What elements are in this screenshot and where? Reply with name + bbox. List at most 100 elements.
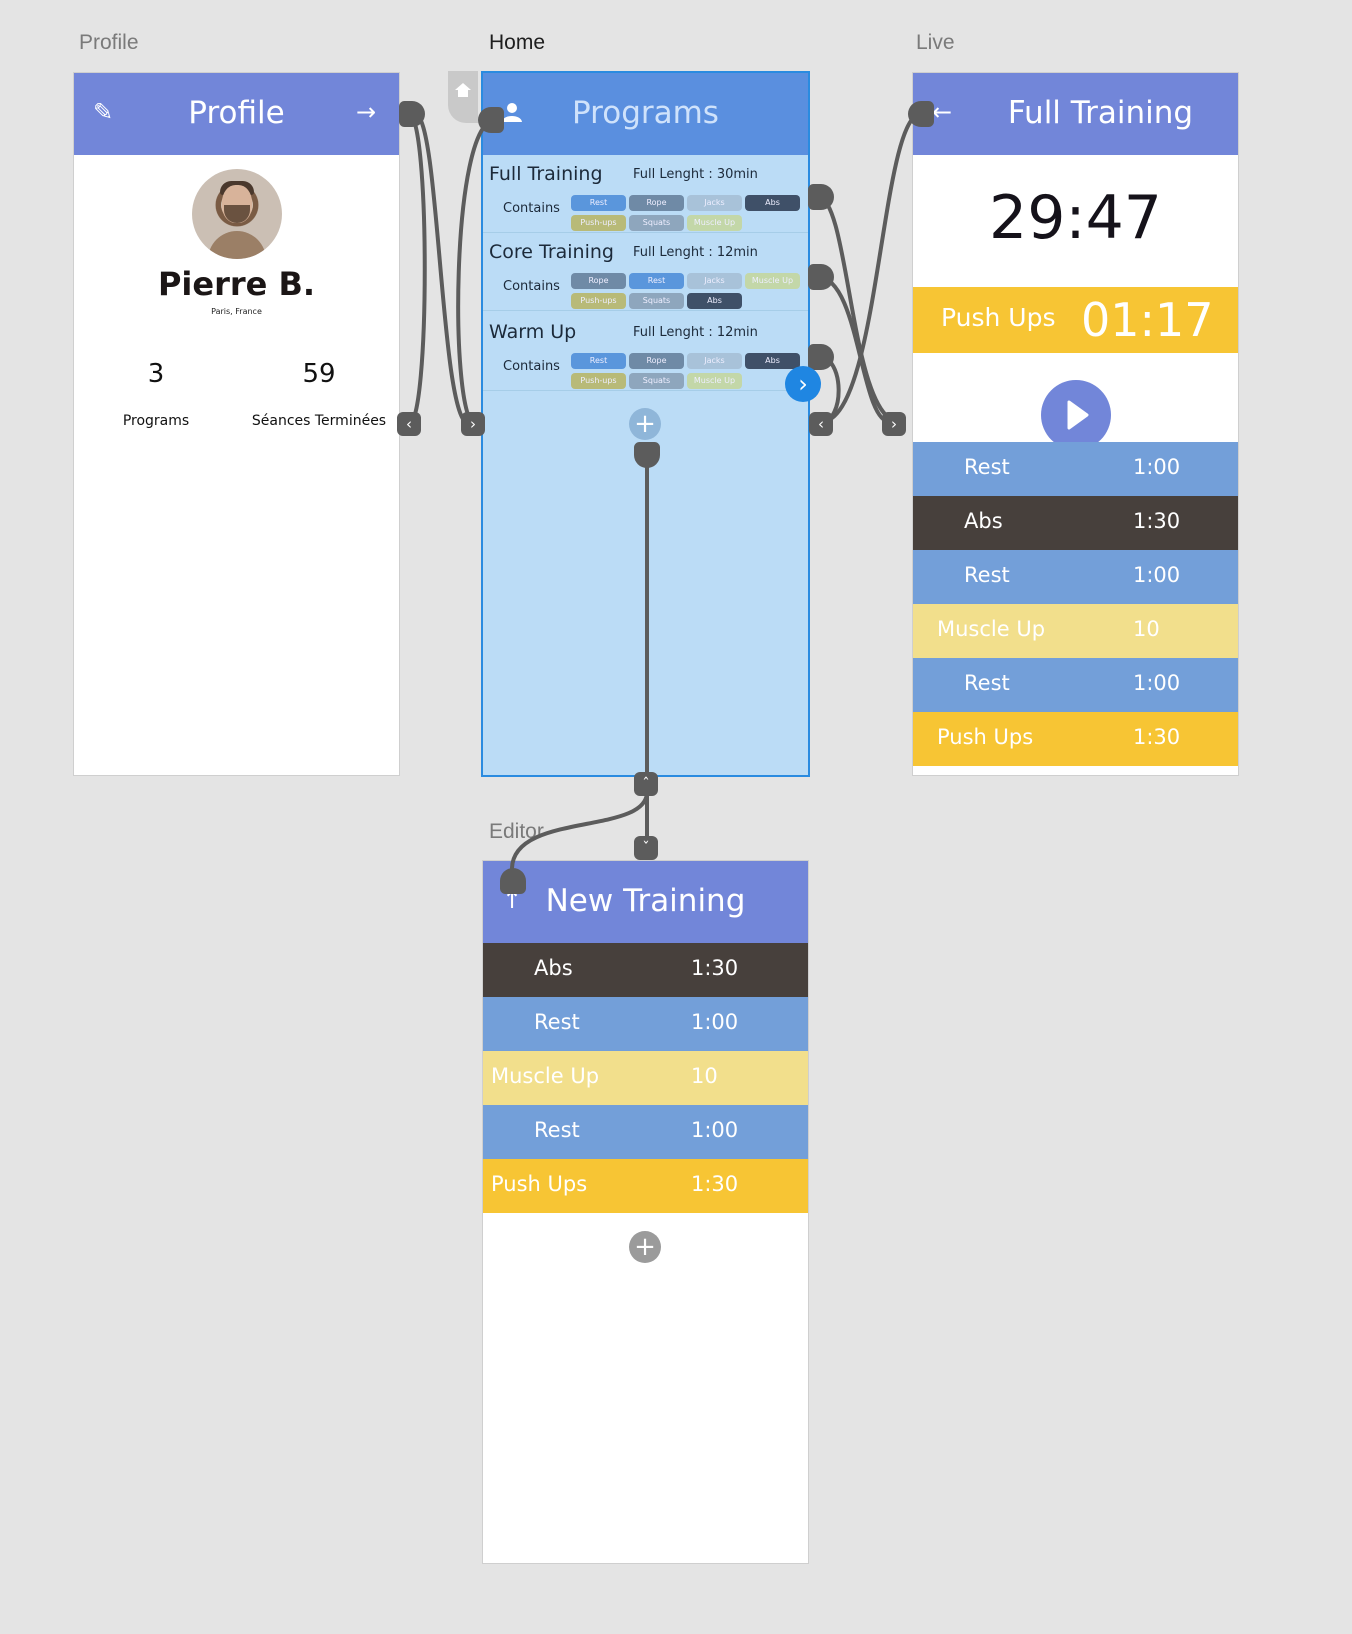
artboard-label-home[interactable]: Home [489,31,545,55]
program-title: Full Training [489,163,603,185]
exercise-row[interactable]: Rest 1:00 [913,550,1238,604]
stat-programs-label: Programs [122,413,190,429]
exercise-row[interactable]: Abs 1:30 [483,943,808,997]
editor-artboard: ↑ New Training Abs 1:30 Rest 1:00 Muscle Up 1… [483,861,808,1563]
exercise-row[interactable]: Abs 1:30 [913,496,1238,550]
exercise-name: Muscle Up [937,617,1046,641]
live-header: ← Full Training [913,73,1238,155]
page-title: New Training [545,883,746,919]
chevron-right-icon[interactable]: › [882,412,906,436]
chevron-left-icon[interactable]: ‹ [809,412,833,436]
exercise-value: 1:00 [1133,671,1181,695]
total-timer: 29:47 [989,183,1162,253]
exercise-value: 10 [691,1064,718,1088]
exercise-name: Rest [964,563,1010,587]
program-title: Core Training [489,241,614,263]
exercise-row[interactable]: Rest 1:00 [913,442,1238,496]
connector-handle[interactable] [808,264,834,290]
connector-handle[interactable] [399,101,425,127]
connector-handle[interactable] [808,344,834,370]
exercise-name: Rest [964,455,1010,479]
program-card[interactable]: Core Training Full Lenght : 12min Contai… [483,233,808,311]
exercise-row[interactable]: Rest 1:00 [483,1105,808,1159]
chevron-left-icon[interactable]: ‹ [397,412,421,436]
stat-sessions-label: Séances Terminées [251,413,387,429]
page-title: Full Training [1007,95,1194,131]
program-title: Warm Up [489,321,577,343]
artboard-label-live[interactable]: Live [916,31,955,55]
exercise-row[interactable]: Rest 1:00 [483,997,808,1051]
contains-label: Contains [503,279,560,294]
chevron-right-icon[interactable]: › [785,366,821,402]
tag-chip: Rest [571,353,626,369]
tag-chip: Jacks [687,353,742,369]
exercise-name: Abs [964,509,1003,533]
program-length: Full Lenght : 30min [633,167,758,182]
exercise-value: 1:30 [691,956,739,980]
live-artboard: ← Full Training 29:47 Push Ups 01:17 Res… [913,73,1238,775]
profile-artboard: ✎ Profile → Pierre B. Paris, France 3 59… [74,73,399,775]
editor-header: ↑ New Training [483,861,808,943]
current-exercise-timer: 01:17 [1081,293,1214,347]
exercise-row[interactable]: Muscle Up 10 [483,1051,808,1105]
avatar [192,169,282,259]
exercise-row[interactable]: Rest 1:00 [913,658,1238,712]
connector-handle[interactable] [478,107,504,133]
exercise-row[interactable]: Push Ups 1:30 [483,1159,808,1213]
exercise-name: Abs [534,956,573,980]
exercise-name: Muscle Up [491,1064,600,1088]
program-card[interactable]: Full Training Full Lenght : 30min Contai… [483,155,808,233]
program-card[interactable]: Warm Up Full Lenght : 12min Contains Res… [483,313,808,391]
exercise-value: 1:30 [1133,725,1181,749]
tag-chip: Abs [687,293,742,309]
exercise-row[interactable]: Muscle Up 10 [913,604,1238,658]
artboard-label-profile[interactable]: Profile [79,31,139,55]
tag-chip: Muscle Up [745,273,800,289]
tag-chip: Rope [571,273,626,289]
exercise-value: 1:00 [1133,455,1181,479]
arrow-right-icon[interactable]: → [351,97,381,127]
exercise-value: 10 [1133,617,1160,641]
play-button[interactable] [1041,380,1111,450]
tag-chip: Muscle Up [687,215,742,231]
connector-handle[interactable] [634,442,660,468]
tag-chip: Abs [745,353,800,369]
exercise-value: 1:00 [691,1118,739,1142]
current-exercise-name: Push Ups [941,303,1056,332]
add-program-button[interactable]: + [629,408,661,440]
page-title: Programs [572,95,719,131]
tag-chip: Push-ups [571,215,626,231]
exercise-name: Rest [964,671,1010,695]
exercise-value: 1:30 [1133,509,1181,533]
contains-label: Contains [503,359,560,374]
chevron-up-icon[interactable]: ˆ [634,772,658,796]
connector-handle[interactable] [908,101,934,127]
program-length: Full Lenght : 12min [633,245,758,260]
play-icon [1067,400,1089,430]
tag-chip: Rest [571,195,626,211]
chevron-right-icon[interactable]: › [461,412,485,436]
tag-chip: Squats [629,215,684,231]
tag-chip: Squats [629,293,684,309]
home-artboard: Programs Full Training Full Lenght : 30m… [483,73,808,775]
home-header: Programs [483,73,808,155]
tag-chip: Rope [629,353,684,369]
exercise-value: 1:00 [1133,563,1181,587]
tag-chip: Rest [629,273,684,289]
chevron-down-icon[interactable]: ˇ [634,836,658,860]
connector-handle[interactable] [500,868,526,894]
stat-programs-value: 3 [147,359,165,389]
add-exercise-button[interactable]: + [629,1231,661,1263]
tag-chip: Squats [629,373,684,389]
exercise-row[interactable]: Push Ups 1:30 [913,712,1238,766]
home-icon[interactable] [448,71,478,123]
exercise-name: Rest [534,1118,580,1142]
tag-chip: Abs [745,195,800,211]
exercise-value: 1:30 [691,1172,739,1196]
tag-chip: Jacks [687,273,742,289]
connector-handle[interactable] [808,184,834,210]
artboard-label-editor[interactable]: Editor [489,820,544,844]
stat-sessions-value: 59 [302,359,336,389]
profile-name: Pierre B. [157,265,316,303]
exercise-value: 1:00 [691,1010,739,1034]
